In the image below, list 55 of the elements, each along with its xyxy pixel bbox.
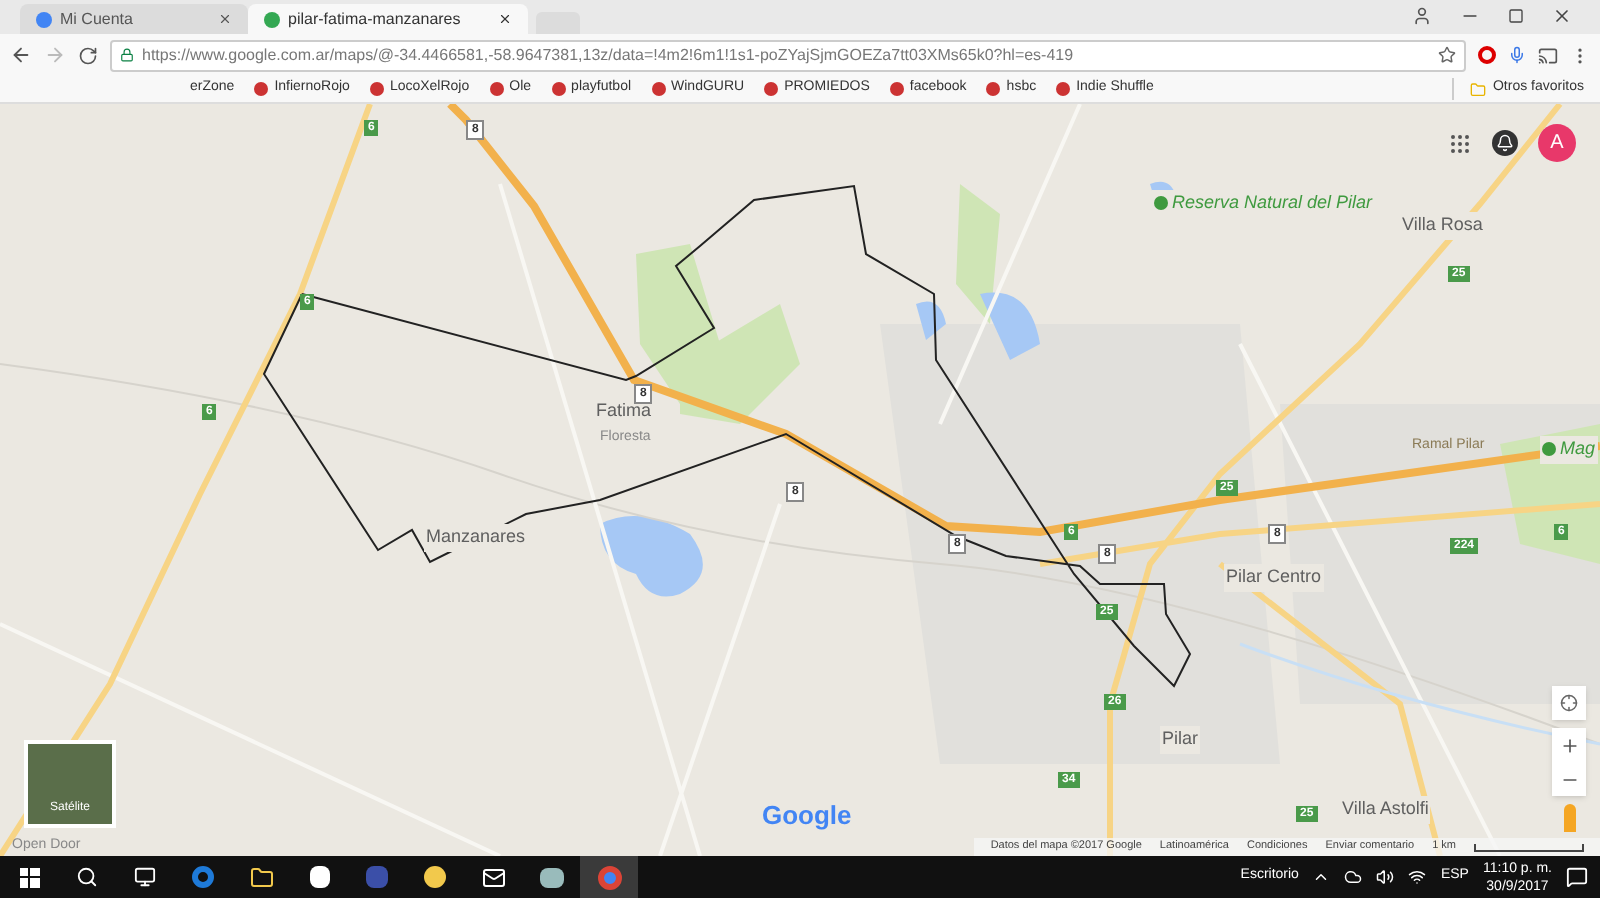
- mail-icon: [481, 865, 505, 889]
- back-icon[interactable]: [10, 44, 32, 66]
- place-label: Villa Astolfi: [1340, 796, 1431, 823]
- place-label: Pilar: [1160, 726, 1201, 753]
- bookmark-favicon-icon: [651, 82, 666, 96]
- bookmark-favicon-icon: [254, 82, 269, 96]
- chevron-up-icon[interactable]: [1312, 868, 1331, 886]
- bookmark-favicon-icon: [489, 82, 504, 96]
- star-icon[interactable]: [1438, 46, 1456, 64]
- folder-icon: [1470, 81, 1487, 97]
- bookmark-favicon-icon: [551, 82, 566, 96]
- windows-icon: [19, 867, 39, 887]
- apps-icon[interactable]: [1448, 131, 1472, 155]
- plus-icon: [1559, 735, 1579, 755]
- profile-icon[interactable]: [1412, 6, 1432, 26]
- browser-tab[interactable]: pilar-fatima-manzanares: [248, 4, 528, 34]
- close-icon[interactable]: [218, 12, 232, 26]
- close-icon[interactable]: [498, 12, 512, 26]
- notification-icon[interactable]: [1566, 866, 1588, 888]
- cloud-icon[interactable]: [1344, 868, 1363, 886]
- park-icon: [1154, 196, 1168, 211]
- close-icon[interactable]: [1552, 6, 1572, 26]
- reload-icon[interactable]: [78, 45, 98, 65]
- app-icon: [366, 866, 388, 888]
- app-icon: [539, 867, 563, 887]
- browser-tab[interactable]: Mi Cuenta: [20, 4, 248, 34]
- folder-icon: [249, 865, 273, 889]
- place-label: Villa Rosa: [1400, 212, 1485, 239]
- google-logo: Google: [762, 798, 852, 834]
- restore-icon[interactable]: [1508, 8, 1524, 24]
- park-icon: [1542, 442, 1556, 457]
- bookmark-favicon-icon: [369, 82, 384, 96]
- tab-favicon-icon: [36, 11, 52, 27]
- tab-favicon-icon: [264, 11, 280, 27]
- place-label: Manzanares: [424, 524, 528, 551]
- bookmark-favicon-icon: [889, 82, 904, 96]
- location-icon: [1560, 694, 1578, 712]
- search-icon: [76, 866, 98, 888]
- scale-bar: [1474, 843, 1584, 851]
- place-label: Mag: [1540, 436, 1598, 463]
- volume-icon[interactable]: [1376, 868, 1395, 886]
- bookmark-favicon-icon: [764, 82, 779, 96]
- extension-icon[interactable]: [1478, 46, 1496, 64]
- chrome-icon: [597, 865, 621, 889]
- task-view-icon: [134, 866, 156, 888]
- bookmark-favicon-icon: [986, 82, 1001, 96]
- microphone-icon[interactable]: [1508, 46, 1526, 64]
- my-location-button[interactable]: [1552, 686, 1586, 720]
- app-icon: [424, 866, 446, 888]
- wifi-icon[interactable]: [1408, 868, 1427, 886]
- place-label: Pilar Centro: [1224, 564, 1324, 591]
- lock-icon: [120, 48, 134, 62]
- cast-icon[interactable]: [1538, 45, 1558, 65]
- address-bar[interactable]: https://www.google.com.ar/maps/@-34.4466581,-58.9647381,13z/data=!4m2!6m1!1s1-poZYajSjmGOEZa7tt03XMs65k0?hl=es-419: [110, 39, 1466, 71]
- bookmark-favicon-icon: [1056, 82, 1071, 96]
